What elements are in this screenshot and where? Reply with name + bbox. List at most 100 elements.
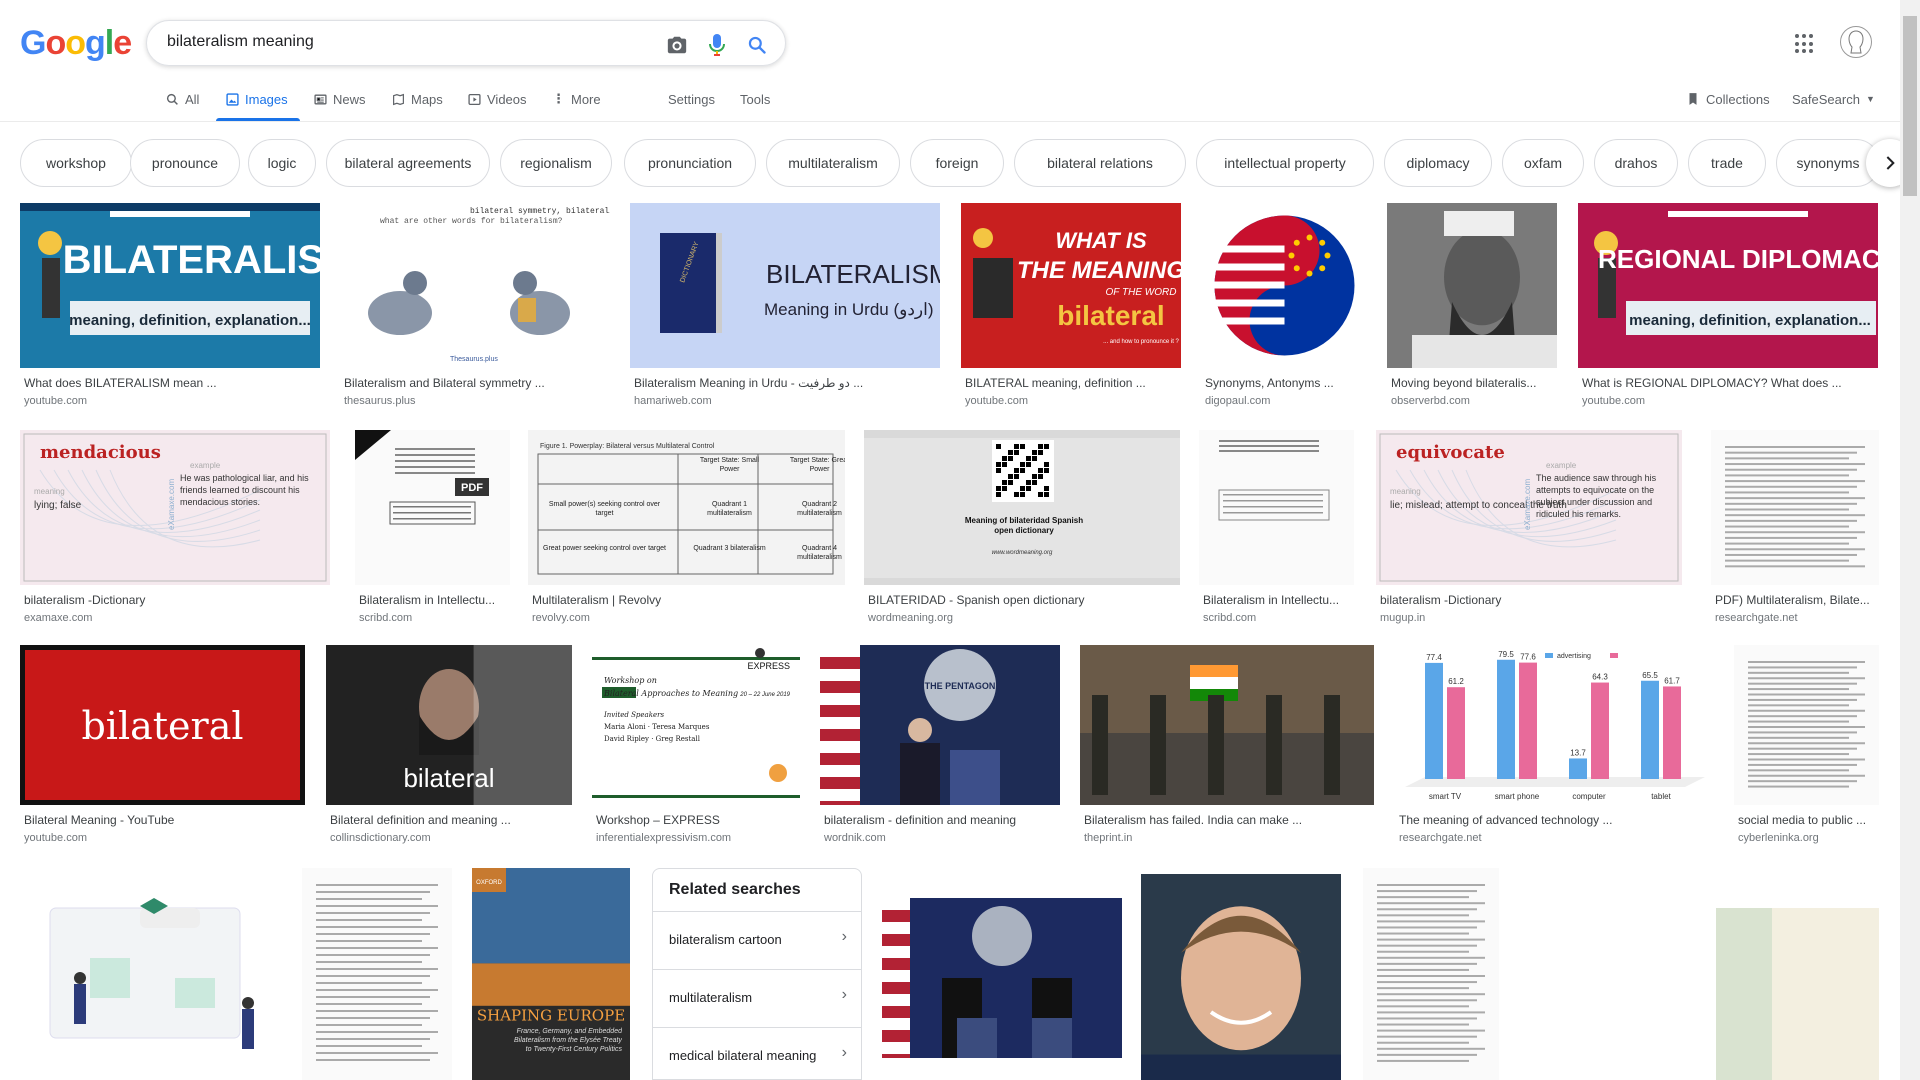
result-title[interactable]: BILATERIDAD - Spanish open dictionary: [868, 593, 1178, 607]
image-result[interactable]: BILATERALISM meaning, definition, explana…: [20, 203, 320, 418]
result-title[interactable]: The meaning of advanced technology ...: [1399, 813, 1713, 827]
image-result[interactable]: THE PENTAGON bilateralism - definition an…: [820, 645, 1060, 855]
result-thumbnail[interactable]: [1387, 203, 1557, 368]
result-title[interactable]: PDF) Multilateralism, Bilate...: [1715, 593, 1877, 607]
result-thumbnail[interactable]: advertising 77.4 61.2 smart TV 79.5 77.6 smart…: [1395, 645, 1715, 805]
filter-chip[interactable]: workshop: [20, 139, 132, 187]
image-result[interactable]: DICTIONARY BILATERALISM Meaning in Urdu (ا…: [630, 203, 940, 418]
result-thumbnail[interactable]: BILATERALISM meaning, definition, explana…: [20, 203, 320, 368]
related-search-item[interactable]: multilateralism ›: [653, 969, 861, 1027]
result-title[interactable]: bilateralism -Dictionary: [1380, 593, 1680, 607]
tab-videos[interactable]: Videos: [468, 90, 527, 108]
result-thumbnail[interactable]: Figure 1. Powerplay: Bilateral versus Mu…: [528, 430, 845, 585]
tab-images[interactable]: Images: [226, 90, 288, 108]
result-title[interactable]: bilateralism -Dictionary: [24, 593, 328, 607]
filter-chip[interactable]: foreign: [910, 139, 1004, 187]
search-icon[interactable]: [745, 33, 769, 57]
result-title[interactable]: Multilateralism | Revolvy: [532, 593, 843, 607]
result-thumbnail[interactable]: THE PENTAGON: [820, 645, 1060, 805]
image-result[interactable]: bilateral Bilateral Meaning - YouTube yout…: [20, 645, 305, 855]
apps-grid-icon[interactable]: [1795, 34, 1815, 54]
filter-chip[interactable]: synonyms: [1776, 139, 1880, 187]
image-result[interactable]: [1716, 868, 1879, 1080]
result-thumbnail[interactable]: [302, 868, 452, 1080]
result-title[interactable]: BILATERAL meaning, definition ...: [965, 376, 1179, 390]
result-title[interactable]: Moving beyond bilateralis...: [1391, 376, 1555, 390]
filter-chip[interactable]: multilateralism: [766, 139, 900, 187]
filter-chip[interactable]: logic: [248, 139, 316, 187]
result-title[interactable]: What does BILATERALISM mean ...: [24, 376, 318, 390]
result-title[interactable]: Bilateral Meaning - YouTube: [24, 813, 303, 827]
filter-chip[interactable]: oxfam: [1502, 139, 1584, 187]
result-thumbnail[interactable]: bilateral: [326, 645, 572, 805]
result-thumbnail[interactable]: [1711, 430, 1879, 585]
result-title[interactable]: Bilateralism has failed. India can make …: [1084, 813, 1372, 827]
related-search-item[interactable]: medical bilateral meaning ›: [653, 1027, 861, 1080]
result-thumbnail[interactable]: EXPRESS Workshop on Bilateral Approaches t…: [592, 645, 800, 805]
image-result[interactable]: [20, 868, 282, 1080]
result-title[interactable]: Workshop – EXPRESS: [596, 813, 798, 827]
scrollbar-thumb[interactable]: [1903, 16, 1917, 196]
image-result[interactable]: mendacious meaning lying; false example He w…: [20, 430, 330, 635]
tab-news[interactable]: News: [314, 90, 366, 108]
result-thumbnail[interactable]: [1716, 868, 1879, 1080]
image-result[interactable]: [882, 868, 1122, 1080]
tab-more[interactable]: ⋮ More: [552, 90, 601, 108]
result-title[interactable]: bilateralism - definition and meaning: [824, 813, 1058, 827]
account-avatar[interactable]: [1840, 26, 1872, 58]
search-input[interactable]: [167, 33, 627, 51]
image-result[interactable]: [1141, 868, 1341, 1080]
result-thumbnail[interactable]: WHAT IS THE MEANING OF THE WORD bilateral..…: [961, 203, 1181, 368]
tab-all[interactable]: All: [166, 90, 199, 108]
filter-chip[interactable]: regionalism: [500, 139, 612, 187]
safesearch-dropdown[interactable]: SafeSearch ▼: [1792, 90, 1875, 108]
filter-chip[interactable]: intellectual property: [1196, 139, 1374, 187]
result-thumbnail[interactable]: [1141, 868, 1341, 1080]
result-thumbnail[interactable]: [882, 868, 1122, 1080]
result-title[interactable]: Bilateralism in Intellectu...: [359, 593, 508, 607]
result-thumbnail[interactable]: equivocate meaning lie; mislead; attempt t…: [1376, 430, 1682, 585]
filter-chip[interactable]: pronounce: [130, 139, 240, 187]
image-result[interactable]: Meaning of bilateridad Spanish open dict…: [864, 430, 1180, 635]
result-thumbnail[interactable]: [1199, 430, 1354, 585]
image-result[interactable]: Bilateralism has failed. India can make …: [1080, 645, 1374, 855]
image-result[interactable]: Moving beyond bilateralis... observerbd.c…: [1387, 203, 1557, 418]
result-thumbnail[interactable]: bilateral: [20, 645, 305, 805]
image-result[interactable]: social media to public ... cyberleninka.o…: [1734, 645, 1879, 855]
image-result[interactable]: REGIONAL DIPLOMACY meaning, definition, e…: [1578, 203, 1878, 418]
settings-link[interactable]: Settings: [668, 90, 715, 108]
image-result[interactable]: PDF) Multilateralism, Bilate... researchg…: [1711, 430, 1879, 635]
image-result[interactable]: [1363, 868, 1499, 1080]
camera-icon[interactable]: [665, 33, 689, 57]
filter-chip[interactable]: diplomacy: [1384, 139, 1492, 187]
image-result[interactable]: Bilateralism in Intellectu... scribd.com: [1199, 430, 1354, 635]
tools-link[interactable]: Tools: [740, 90, 770, 108]
filter-chip[interactable]: bilateral relations: [1014, 139, 1186, 187]
result-thumbnail[interactable]: PDF: [355, 430, 510, 585]
result-thumbnail[interactable]: [1080, 645, 1374, 805]
result-thumbnail[interactable]: mendacious meaning lying; false example He w…: [20, 430, 330, 585]
result-title[interactable]: What is REGIONAL DIPLOMACY? What does ..…: [1582, 376, 1876, 390]
result-thumbnail[interactable]: OXFORD SHAPING EUROPE France, Germany, and…: [472, 868, 630, 1080]
filter-chip[interactable]: pronunciation: [624, 139, 756, 187]
image-result[interactable]: Synonyms, Antonyms ... digopaul.com: [1201, 203, 1368, 418]
image-result[interactable]: Figure 1. Powerplay: Bilateral versus Mu…: [528, 430, 845, 635]
result-thumbnail[interactable]: DICTIONARY BILATERALISM Meaning in Urdu (ا…: [630, 203, 940, 368]
result-thumbnail[interactable]: REGIONAL DIPLOMACY meaning, definition, e…: [1578, 203, 1878, 368]
result-thumbnail[interactable]: [20, 868, 282, 1080]
result-title[interactable]: Bilateral definition and meaning ...: [330, 813, 570, 827]
image-result[interactable]: what are other words for bilateralism? bi…: [340, 203, 610, 418]
result-title[interactable]: Bilateralism in Intellectu...: [1203, 593, 1352, 607]
result-thumbnail[interactable]: what are other words for bilateralism? bi…: [340, 203, 610, 368]
image-result[interactable]: PDF Bilateralism in Intellectu... scribd.c…: [355, 430, 510, 635]
image-result[interactable]: bilateral Bilateral definition and meanin…: [326, 645, 572, 855]
filter-chip[interactable]: bilateral agreements: [326, 139, 490, 187]
result-thumbnail[interactable]: [1734, 645, 1879, 805]
image-result[interactable]: OXFORD SHAPING EUROPE France, Germany, and…: [472, 868, 630, 1080]
image-result[interactable]: EXPRESS Workshop on Bilateral Approaches t…: [592, 645, 800, 855]
result-title[interactable]: Synonyms, Antonyms ...: [1205, 376, 1366, 390]
filter-chip[interactable]: drahos: [1594, 139, 1678, 187]
result-title[interactable]: Bilateralism and Bilateral symmetry ...: [344, 376, 608, 390]
result-title[interactable]: Bilateralism Meaning in Urdu - دو طرفیت …: [634, 376, 938, 390]
filter-chip[interactable]: trade: [1688, 139, 1766, 187]
